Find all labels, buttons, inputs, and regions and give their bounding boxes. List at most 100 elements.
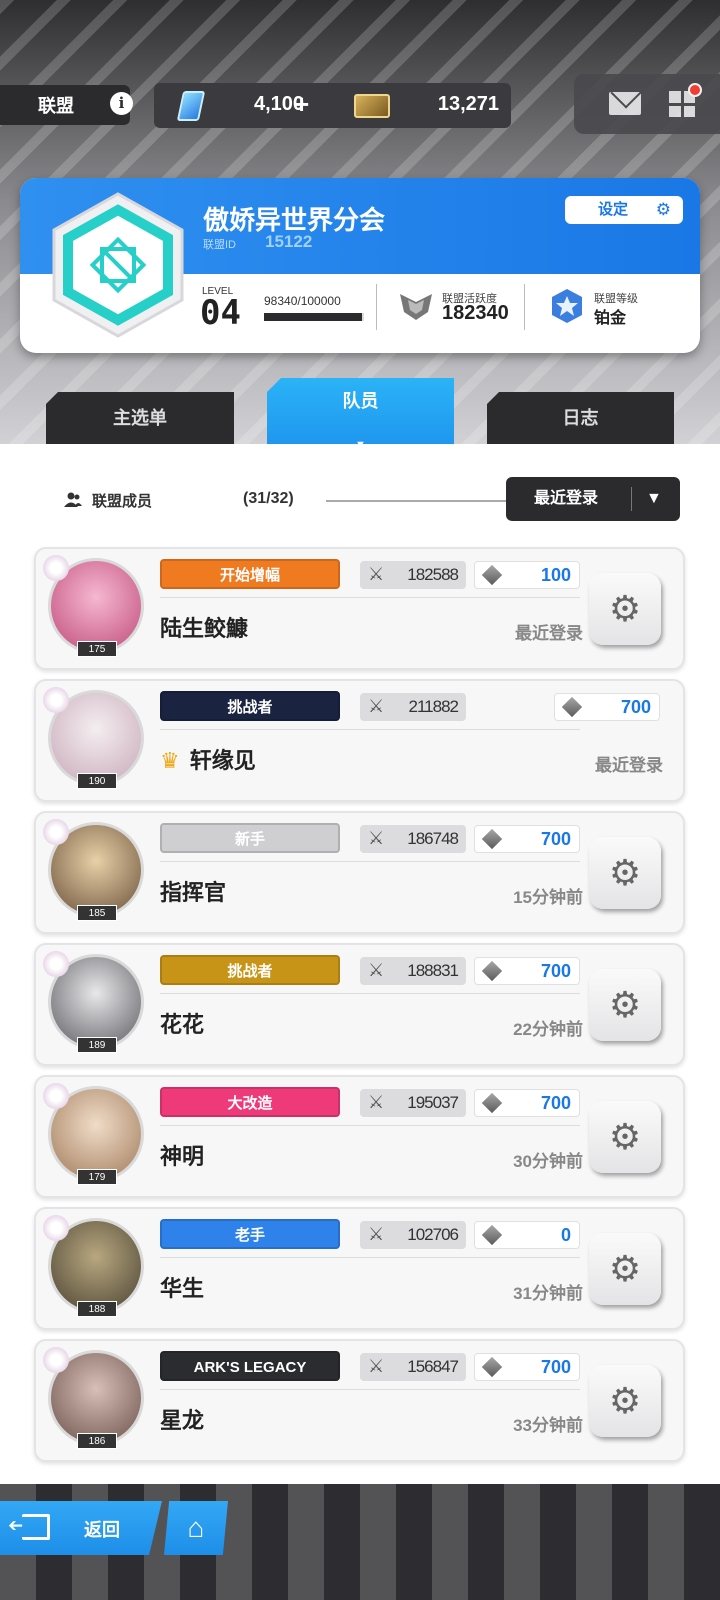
power-stat: ⚔ 182588 <box>360 561 466 589</box>
title-badge: 老手 <box>160 1219 340 1249</box>
last-login: 30分钟前 <box>513 1152 583 1171</box>
player-level: 186 <box>77 1433 117 1449</box>
power-value: 156847 <box>407 1357 459 1376</box>
gem-icon <box>176 91 206 121</box>
avatar[interactable]: 175 <box>43 555 144 657</box>
ticket-count: 13,271 <box>437 93 499 115</box>
crossed-swords-icon: ⚔ <box>368 1224 385 1244</box>
member-row[interactable]: 185 新手 ⚔ 186748 700 指挥官 15分钟前 ⚙ <box>34 811 685 934</box>
diamond-icon <box>481 960 503 982</box>
currency-bar: 4,100 + 13,271 <box>154 83 511 128</box>
member-settings-button[interactable]: ⚙ <box>589 1233 661 1305</box>
rank-star-icon <box>552 289 582 323</box>
player-level: 175 <box>77 641 117 657</box>
exp-progress-bar <box>264 313 364 321</box>
contribution-value: 100 <box>540 565 571 585</box>
diamond-icon <box>481 564 503 586</box>
player-level: 190 <box>77 773 117 789</box>
sort-dropdown[interactable]: 最近登录 ▼ <box>506 477 680 521</box>
members-label: 联盟成员 <box>92 493 153 510</box>
gear-icon: ⚙ <box>608 588 642 629</box>
last-login: 15分钟前 <box>513 888 583 907</box>
member-settings-button[interactable]: ⚙ <box>589 969 661 1041</box>
flower-decoration-icon <box>43 555 69 581</box>
member-name: 指挥官 <box>160 875 226 907</box>
title-badge: 大改造 <box>160 1087 340 1117</box>
member-settings-button[interactable]: ⚙ <box>589 573 661 645</box>
member-row[interactable]: 175 开始增幅 ⚔ 182588 100 陆生鲛鱇 最近登录 ⚙ <box>34 547 685 670</box>
tab-log[interactable]: 日志 <box>487 392 674 444</box>
member-settings-button[interactable]: ⚙ <box>589 1101 661 1173</box>
tab-members[interactable]: 队员 ▼ <box>267 378 454 444</box>
contribution-value: 700 <box>540 1357 571 1377</box>
avatar[interactable]: 188 <box>43 1215 144 1317</box>
member-row[interactable]: 189 挑战者 ⚔ 188831 700 花花 22分钟前 ⚙ <box>34 943 685 1066</box>
union-emblem <box>48 190 188 340</box>
home-icon[interactable]: ⌂ <box>164 1501 228 1555</box>
crossed-swords-icon: ⚔ <box>368 828 385 848</box>
flower-decoration-icon <box>43 951 69 977</box>
power-stat: ⚔ 188831 <box>360 957 466 985</box>
member-name: 华生 <box>160 1271 204 1303</box>
contribution-stat: 700 <box>554 693 660 721</box>
top-right-menu <box>574 74 720 134</box>
flower-decoration-icon <box>43 1083 69 1109</box>
flower-decoration-icon <box>43 1347 69 1373</box>
contribution-value: 700 <box>540 1093 571 1113</box>
player-level: 189 <box>77 1037 117 1053</box>
member-name-text: 花花 <box>160 1012 205 1037</box>
last-login: 31分钟前 <box>513 1284 583 1303</box>
info-icon[interactable]: i <box>110 92 133 115</box>
power-value: 188831 <box>407 961 459 980</box>
member-row[interactable]: 190 挑战者 ⚔ 211882 700 ♛ 轩缘见 最近登录 <box>34 679 685 802</box>
member-settings-button[interactable]: ⚙ <box>589 1365 661 1437</box>
member-row[interactable]: 179 大改造 ⚔ 195037 700 神明 30分钟前 ⚙ <box>34 1075 685 1198</box>
crown-icon: ♛ <box>160 748 180 773</box>
member-name: ♛ 轩缘见 <box>160 743 256 775</box>
last-login: 22分钟前 <box>513 1020 583 1039</box>
avatar[interactable]: 185 <box>43 819 144 921</box>
player-level: 179 <box>77 1169 117 1185</box>
gear-icon: ⚙ <box>608 1248 642 1289</box>
add-gems-button[interactable]: + <box>294 89 309 120</box>
member-name-text: 华生 <box>160 1276 205 1301</box>
gear-icon: ⚙ <box>655 200 671 219</box>
power-stat: ⚔ 195037 <box>360 1089 466 1117</box>
last-login: 33分钟前 <box>513 1416 583 1435</box>
avatar[interactable]: 179 <box>43 1083 144 1185</box>
back-button[interactable]: 返回 <box>0 1501 162 1555</box>
contribution-value: 700 <box>540 829 571 849</box>
tab-main-menu[interactable]: 主选单 <box>46 392 234 444</box>
title-badge: 挑战者 <box>160 955 340 985</box>
title-badge: ARK'S LEGACY <box>160 1351 340 1381</box>
people-icon <box>64 492 82 507</box>
member-row[interactable]: 186 ARK'S LEGACY ⚔ 156847 700 星龙 33分钟前 ⚙ <box>34 1339 685 1462</box>
back-label: 返回 <box>84 1520 120 1540</box>
power-stat: ⚔ 186748 <box>360 825 466 853</box>
gear-icon: ⚙ <box>608 1116 642 1157</box>
crossed-swords-icon: ⚔ <box>368 1092 385 1112</box>
settings-label: 设定 <box>598 201 629 218</box>
avatar[interactable]: 190 <box>43 687 144 789</box>
union-info-card: 傲娇异世界分会 联盟ID 15122 设定 ⚙ LEVEL 04 98340/1… <box>20 178 700 353</box>
exp-text: 98340/100000 <box>264 294 341 308</box>
contribution-stat: 700 <box>474 825 580 853</box>
gear-icon: ⚙ <box>608 984 642 1025</box>
diamond-icon <box>481 1224 503 1246</box>
member-name-text: 神明 <box>160 1144 205 1169</box>
member-row[interactable]: 188 老手 ⚔ 102706 0 华生 31分钟前 ⚙ <box>34 1207 685 1330</box>
member-name-text: 陆生鲛鱇 <box>160 616 249 641</box>
avatar[interactable]: 189 <box>43 951 144 1053</box>
diamond-icon <box>481 828 503 850</box>
mail-icon[interactable] <box>609 92 641 115</box>
crossed-swords-icon: ⚔ <box>368 1356 385 1376</box>
title-badge: 开始增幅 <box>160 559 340 589</box>
last-login: 最近登录 <box>595 756 663 775</box>
union-settings-button[interactable]: 设定 ⚙ <box>565 196 683 224</box>
contribution-stat: 700 <box>474 1353 580 1381</box>
sort-label: 最近登录 <box>534 490 599 507</box>
member-settings-button[interactable]: ⚙ <box>589 837 661 909</box>
contribution-stat: 700 <box>474 957 580 985</box>
player-level: 188 <box>77 1301 117 1317</box>
avatar[interactable]: 186 <box>43 1347 144 1449</box>
